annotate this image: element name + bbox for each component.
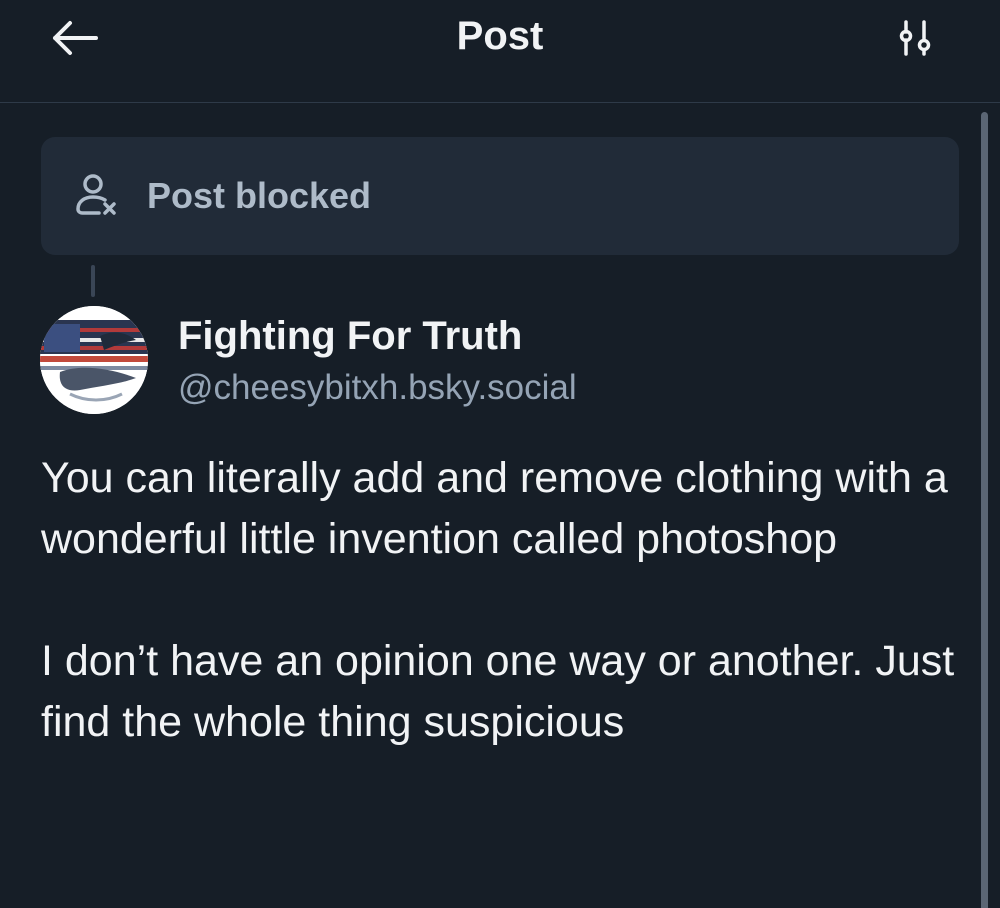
blocked-post-notice[interactable]: Post blocked xyxy=(41,137,959,255)
post-text: You can literally add and remove clothin… xyxy=(41,448,961,753)
thread-settings-button[interactable] xyxy=(884,10,948,66)
scrollbar[interactable] xyxy=(981,112,988,908)
avatar-image xyxy=(40,306,148,414)
author-display-name[interactable]: Fighting For Truth xyxy=(178,312,522,360)
post-paragraph: You can literally add and remove clothin… xyxy=(41,454,948,563)
post-screen: Post Post blocked Fighting For Truth @ch… xyxy=(0,0,1000,908)
thread-connector xyxy=(91,265,95,297)
person-x-icon xyxy=(73,172,121,220)
sliders-icon xyxy=(899,20,931,56)
post-paragraph: I don’t have an opinion one way or anoth… xyxy=(41,637,955,746)
blocked-label: Post blocked xyxy=(147,175,372,216)
header-bar: Post xyxy=(0,0,1000,103)
author-handle[interactable]: @cheesybitxh.bsky.social xyxy=(178,366,577,410)
page-title: Post xyxy=(456,14,544,58)
avatar[interactable] xyxy=(40,306,148,414)
